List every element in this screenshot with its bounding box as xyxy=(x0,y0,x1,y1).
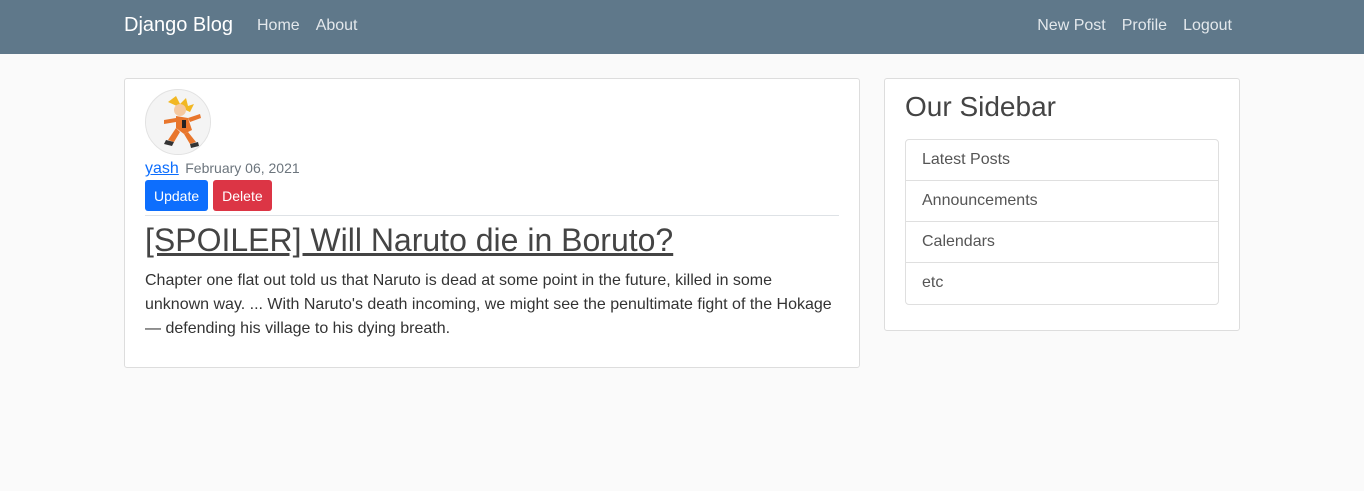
post-content-line: Chapter one flat out told us that Naruto… xyxy=(145,272,773,289)
sidebar-list: Latest Posts Announcements Calendars etc xyxy=(905,139,1219,305)
post-content-line: unknown way. ... With Naruto's death inc… xyxy=(145,296,832,313)
sidebar-item-calendars[interactable]: Calendars xyxy=(906,222,1218,263)
brand-link[interactable]: Django Blog xyxy=(124,14,233,37)
post-divider xyxy=(145,215,839,216)
sidebar: Our Sidebar Latest Posts Announcements C… xyxy=(884,78,1240,331)
post-date: February 06, 2021 xyxy=(185,160,300,176)
post-content: Chapter one flat out told us that Naruto… xyxy=(145,269,839,341)
update-button[interactable]: Update xyxy=(145,180,209,211)
nav-link-logout[interactable]: Logout xyxy=(1183,17,1232,35)
post-actions: Update Delete xyxy=(145,180,839,211)
post-content-line: — defending his village to his dying bre… xyxy=(145,320,451,337)
nav-left-links: Home About xyxy=(257,17,358,35)
top-navbar: Django Blog Home About New Post Profile … xyxy=(0,0,1364,54)
sidebar-item-latest-posts[interactable]: Latest Posts xyxy=(906,140,1218,181)
post-meta: yash February 06, 2021 xyxy=(145,158,839,178)
post-card: yash February 06, 2021 Update Delete [SP… xyxy=(124,78,860,368)
nav-link-about[interactable]: About xyxy=(316,17,358,35)
author-avatar xyxy=(145,89,211,155)
nav-link-profile[interactable]: Profile xyxy=(1122,17,1167,35)
sidebar-title: Our Sidebar xyxy=(905,91,1056,122)
nav-link-new-post[interactable]: New Post xyxy=(1037,17,1105,35)
nav-right-links: New Post Profile Logout xyxy=(1037,17,1232,35)
post-title-link[interactable]: [SPOILER] Will Naruto die in Boruto? xyxy=(145,222,673,258)
sidebar-item-etc[interactable]: etc xyxy=(906,263,1218,304)
ninja-avatar-icon xyxy=(146,90,210,154)
delete-button[interactable]: Delete xyxy=(213,180,272,211)
sidebar-item-announcements[interactable]: Announcements xyxy=(906,181,1218,222)
author-link[interactable]: yash xyxy=(145,160,179,177)
nav-link-home[interactable]: Home xyxy=(257,17,300,35)
